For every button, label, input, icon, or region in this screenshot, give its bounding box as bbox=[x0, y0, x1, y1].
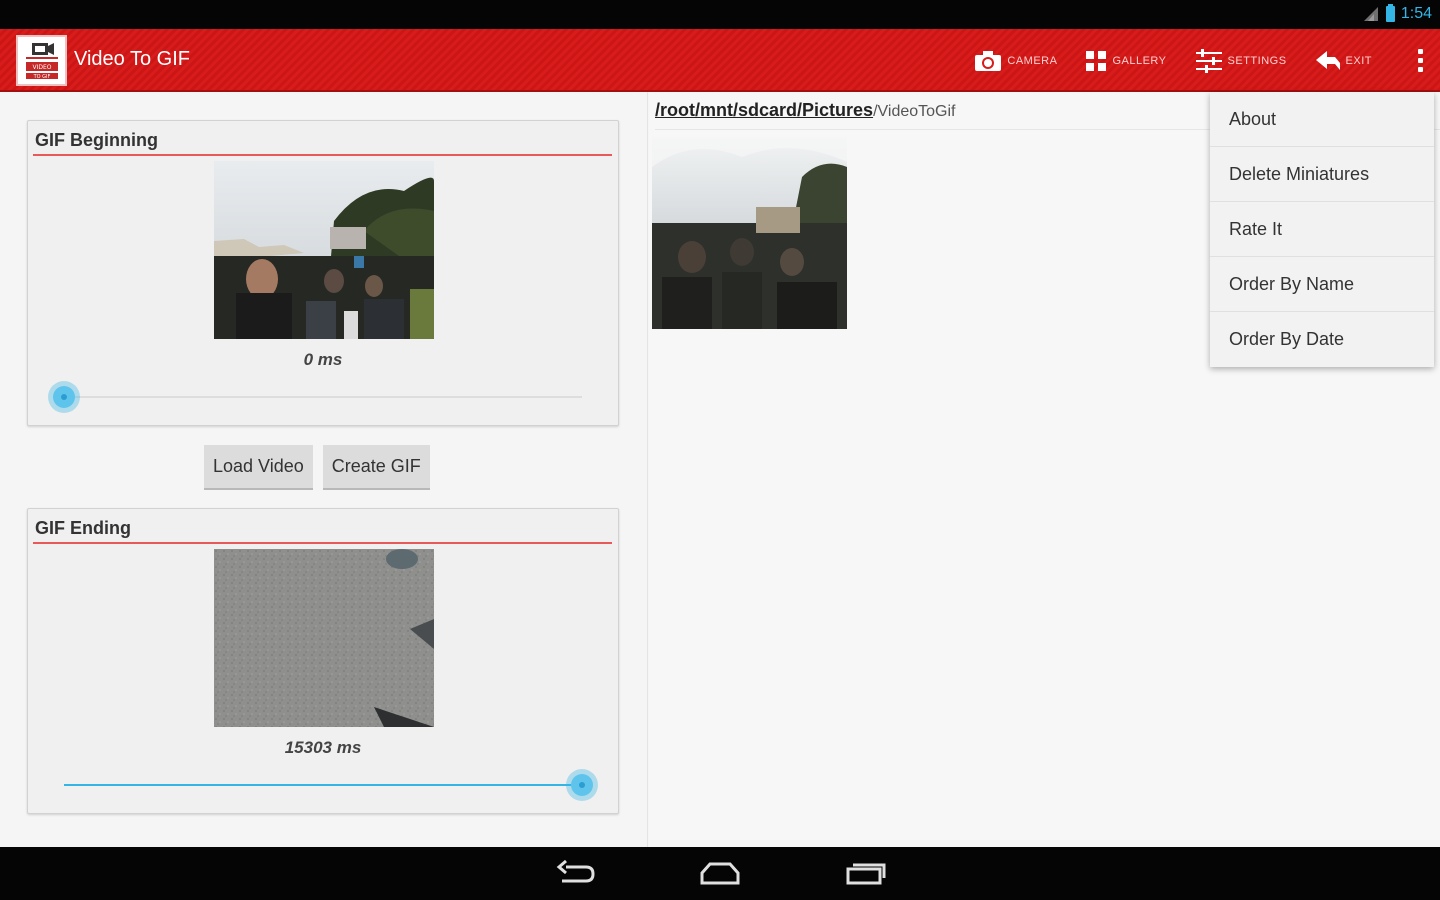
menu-item-about[interactable]: About bbox=[1210, 92, 1434, 147]
overflow-dot bbox=[1417, 58, 1423, 63]
path-link[interactable]: /root/mnt/sdcard/Pictures bbox=[655, 100, 873, 120]
camera-icon bbox=[975, 50, 1002, 71]
action-bar: VIDEO TO GIF Video To GIF CAMERA GALLERY bbox=[0, 29, 1440, 92]
svg-text:VIDEO: VIDEO bbox=[32, 64, 51, 71]
status-icons: 1:54 bbox=[1362, 4, 1432, 23]
beginning-frame-thumbnail bbox=[214, 161, 434, 339]
gallery-grid-icon bbox=[1086, 50, 1107, 71]
menu-item-order-by-name[interactable]: Order By Name bbox=[1210, 257, 1434, 312]
app-logo[interactable]: VIDEO TO GIF bbox=[16, 35, 67, 86]
overflow-menu-button[interactable] bbox=[1400, 29, 1440, 92]
exit-arrow-icon bbox=[1315, 50, 1340, 70]
app-title: Video To GIF bbox=[74, 48, 190, 70]
overflow-dot bbox=[1417, 67, 1423, 72]
beginning-seek-slider[interactable] bbox=[48, 381, 582, 413]
menu-item-rate-it[interactable]: Rate It bbox=[1210, 202, 1434, 257]
settings-action-button[interactable]: SETTINGS bbox=[1195, 48, 1287, 74]
action-button-row: Load Video Create GIF bbox=[204, 445, 430, 490]
status-time: 1:54 bbox=[1400, 5, 1432, 22]
navigation-bar bbox=[0, 847, 1440, 900]
ending-seek-slider[interactable] bbox=[64, 769, 598, 801]
exit-action-button[interactable]: EXIT bbox=[1315, 50, 1372, 72]
gif-ending-title: GIF Ending bbox=[35, 518, 131, 538]
gif-ending-card: GIF Ending 15303 ms bbox=[27, 508, 619, 814]
load-video-button[interactable]: Load Video bbox=[204, 445, 313, 490]
camera-action-button[interactable]: CAMERA bbox=[974, 50, 1057, 72]
gif-beginning-card: GIF Beginning 0 ms bbox=[27, 120, 619, 426]
recent-apps-icon[interactable] bbox=[844, 859, 888, 887]
back-icon[interactable] bbox=[556, 859, 596, 887]
gallery-action-label: GALLERY bbox=[1112, 54, 1167, 67]
gif-beginning-title: GIF Beginning bbox=[35, 130, 158, 150]
card-divider bbox=[33, 154, 612, 156]
ending-time-label: 15303 ms bbox=[284, 738, 362, 757]
gif-miniature-thumbnail[interactable] bbox=[652, 137, 847, 329]
editor-panel: GIF Beginning 0 ms Load Video Create GIF… bbox=[0, 92, 648, 847]
path-breadcrumb: /root/mnt/sdcard/Pictures/VideoToGif bbox=[655, 100, 955, 121]
menu-item-delete-miniatures[interactable]: Delete Miniatures bbox=[1210, 147, 1434, 202]
camera-action-label: CAMERA bbox=[1007, 54, 1058, 67]
slider-thumb[interactable] bbox=[566, 769, 598, 801]
create-gif-button[interactable]: Create GIF bbox=[322, 445, 430, 490]
battery-icon bbox=[1385, 4, 1395, 22]
gallery-action-button[interactable]: GALLERY bbox=[1085, 50, 1166, 72]
slider-thumb[interactable] bbox=[48, 381, 80, 413]
path-current-folder: /VideoToGif bbox=[873, 103, 956, 120]
settings-sliders-icon bbox=[1195, 48, 1222, 73]
signal-icon bbox=[1363, 7, 1378, 21]
ending-frame-thumbnail bbox=[214, 549, 434, 727]
app-logo-icon: VIDEO TO GIF bbox=[25, 42, 58, 80]
settings-action-label: SETTINGS bbox=[1227, 54, 1287, 67]
overflow-menu: About Delete Miniatures Rate It Order By… bbox=[1210, 92, 1434, 367]
overflow-dot bbox=[1417, 49, 1423, 54]
card-divider bbox=[33, 542, 612, 544]
slider-fill bbox=[64, 784, 582, 786]
action-buttons: CAMERA GALLERY SETTINGS EXIT bbox=[974, 29, 1440, 92]
beginning-time-label: 0 ms bbox=[303, 350, 343, 369]
menu-item-order-by-date[interactable]: Order By Date bbox=[1210, 312, 1434, 367]
exit-action-label: EXIT bbox=[1345, 54, 1372, 67]
status-bar: 1:54 bbox=[0, 0, 1440, 29]
svg-text:TO GIF: TO GIF bbox=[32, 74, 50, 80]
home-icon[interactable] bbox=[698, 859, 742, 887]
